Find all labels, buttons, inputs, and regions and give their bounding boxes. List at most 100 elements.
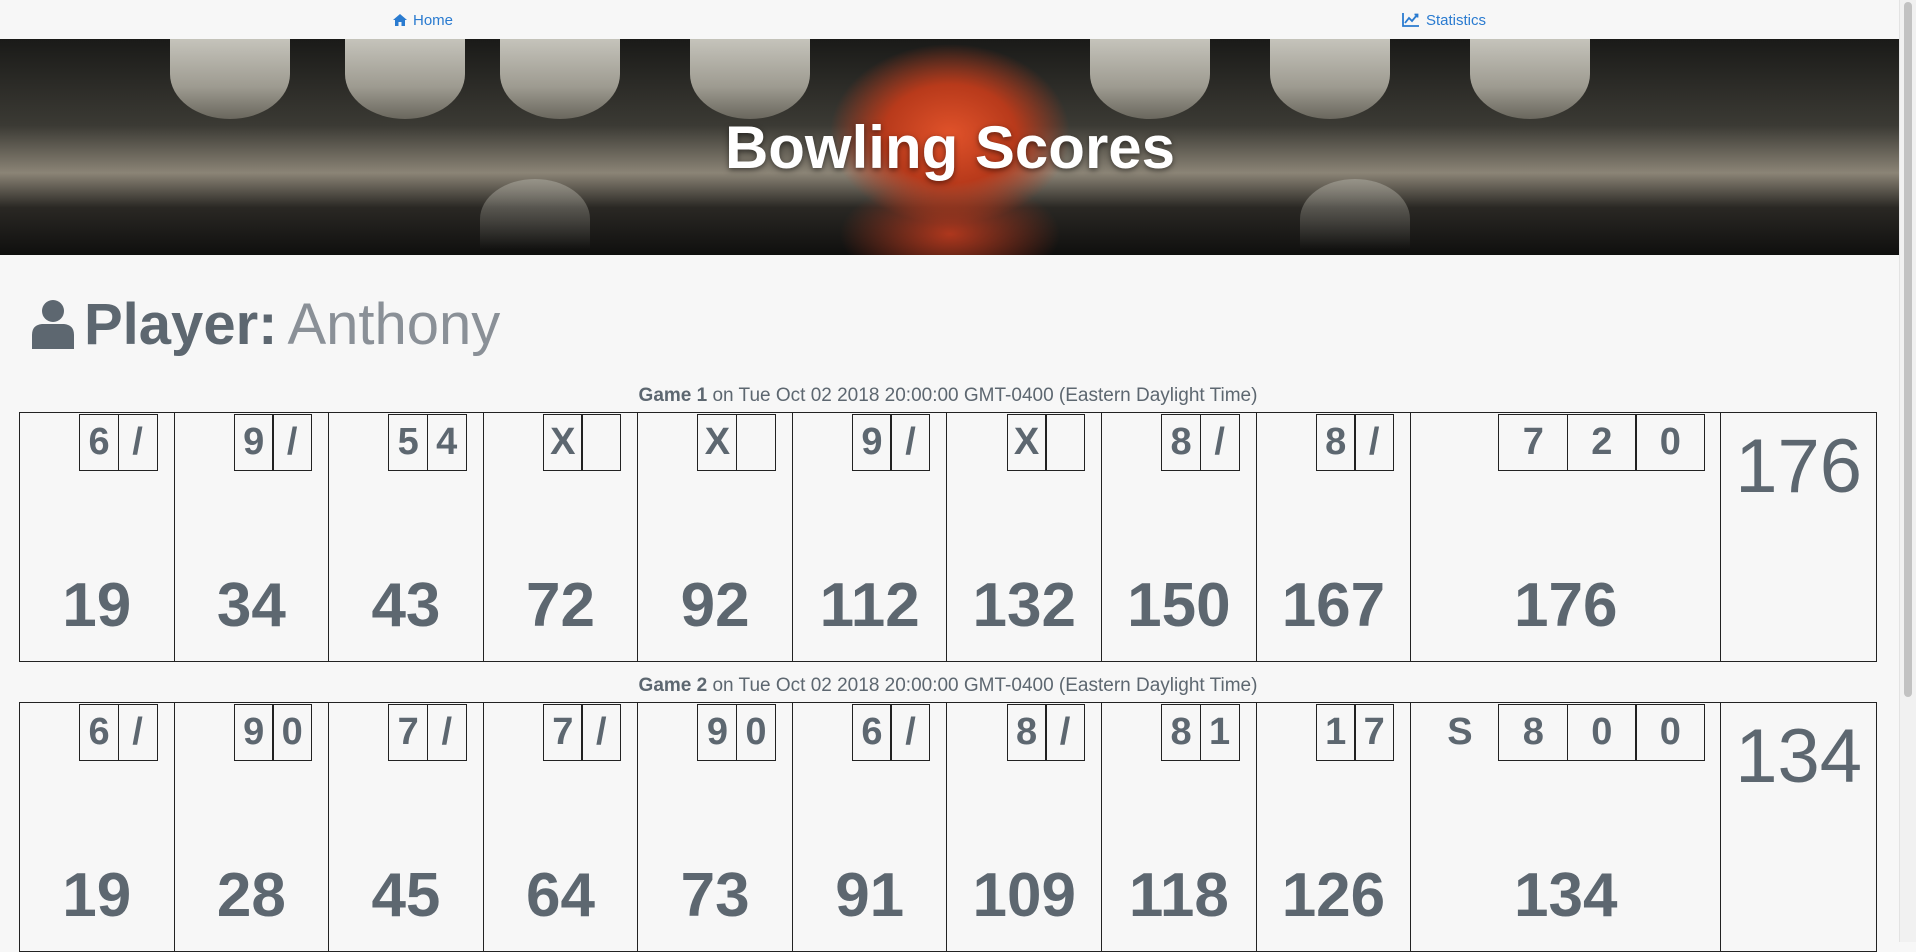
frame: 6/ 91 bbox=[793, 703, 948, 951]
split-marker: S bbox=[1447, 711, 1473, 753]
frame: 81 118 bbox=[1102, 703, 1257, 951]
roll-box: / bbox=[117, 414, 158, 471]
frame: 8/ 150 bbox=[1102, 413, 1257, 661]
frame-score: 19 bbox=[62, 861, 132, 930]
scrollbar-thumb[interactable] bbox=[1904, 2, 1912, 697]
roll-box bbox=[735, 414, 776, 471]
frame: 8/ 109 bbox=[947, 703, 1103, 951]
frame: X 132 bbox=[947, 413, 1103, 661]
frame: 90 73 bbox=[638, 703, 793, 951]
frame: 8/ 167 bbox=[1257, 413, 1412, 661]
roll-box: 8 bbox=[1161, 704, 1202, 761]
roll-box: 9 bbox=[233, 414, 274, 471]
page-title: Bowling Scores bbox=[724, 113, 1176, 181]
roll-box: X bbox=[1006, 414, 1047, 471]
game-scorecard: 6/ 19 90 28 7/ 45 7/ 64 90 73 6/ 91 8/ 1… bbox=[19, 702, 1877, 952]
nav-statistics-label: Statistics bbox=[1426, 11, 1487, 29]
game-caption: Game 1 on Tue Oct 02 2018 20:00:00 GMT-0… bbox=[0, 385, 1896, 407]
frame-score: 109 bbox=[972, 861, 1076, 930]
frame: 9/ 112 bbox=[793, 413, 948, 661]
game-scorecard: 6/ 19 9/ 34 54 43 X 72 X 92 9/ 112 X 132… bbox=[19, 412, 1877, 662]
frame-score: 43 bbox=[371, 571, 441, 640]
roll-box: / bbox=[581, 704, 622, 761]
frame-score: 176 bbox=[1514, 571, 1618, 640]
frame-score: 91 bbox=[835, 861, 905, 930]
game-title: Game 1 bbox=[638, 385, 708, 406]
roll-box: 1 bbox=[1199, 704, 1240, 761]
nav-statistics-link[interactable]: Statistics bbox=[1402, 10, 1486, 30]
frame-score: 34 bbox=[216, 571, 286, 640]
frame: 90 28 bbox=[175, 703, 330, 951]
frame-score: 167 bbox=[1281, 571, 1386, 640]
game-caption: Game 2 on Tue Oct 02 2018 20:00:00 GMT-0… bbox=[0, 675, 1896, 697]
game-total: 134 bbox=[1721, 703, 1876, 951]
frame-score: 64 bbox=[526, 861, 595, 930]
hero-banner: Bowling Scores bbox=[0, 39, 1900, 255]
frame-score: 45 bbox=[371, 861, 441, 930]
roll-box: 0 bbox=[272, 704, 313, 761]
frame: 6/ 19 bbox=[20, 413, 175, 661]
roll-box: 6 bbox=[851, 704, 892, 761]
roll-box: 2 bbox=[1566, 414, 1637, 471]
frame-score: 73 bbox=[680, 861, 750, 930]
frame-score: 132 bbox=[972, 571, 1076, 640]
page-scrollbar[interactable] bbox=[1899, 0, 1916, 942]
game-title: Game 2 bbox=[638, 675, 708, 696]
roll-box: X bbox=[542, 414, 583, 471]
frame: 7/ 64 bbox=[484, 703, 639, 951]
roll-box: 0 bbox=[1635, 414, 1706, 471]
game-date: on Tue Oct 02 2018 20:00:00 GMT-0400 (Ea… bbox=[707, 675, 1258, 696]
roll-box: 0 bbox=[735, 704, 776, 761]
frame-score: 134 bbox=[1514, 861, 1618, 930]
game-date: on Tue Oct 02 2018 20:00:00 GMT-0400 (Ea… bbox=[707, 385, 1258, 406]
frame: X 72 bbox=[484, 413, 639, 661]
roll-box bbox=[581, 414, 622, 471]
frame-score: 28 bbox=[216, 861, 286, 930]
frame-score: 118 bbox=[1128, 861, 1229, 930]
roll-box: 7 bbox=[542, 704, 583, 761]
roll-box: 1 bbox=[1315, 704, 1356, 761]
roll-box: 7 bbox=[1498, 414, 1569, 471]
roll-box: 8 bbox=[1161, 414, 1202, 471]
game-total: 176 bbox=[1721, 413, 1876, 661]
roll-box: 8 bbox=[1315, 414, 1356, 471]
frame-score: 150 bbox=[1127, 571, 1231, 640]
roll-box: 4 bbox=[426, 414, 467, 471]
roll-box: 7 bbox=[1354, 704, 1395, 761]
frame-score: 112 bbox=[819, 571, 920, 640]
roll-box: / bbox=[117, 704, 158, 761]
top-navbar: Home Statistics bbox=[0, 0, 1916, 39]
roll-box: 9 bbox=[697, 704, 738, 761]
player-heading: Player: Anthony bbox=[32, 290, 500, 358]
roll-box: 9 bbox=[851, 414, 892, 471]
roll-box: 6 bbox=[79, 414, 120, 471]
roll-box: / bbox=[1045, 704, 1086, 761]
roll-box: X bbox=[697, 414, 738, 471]
roll-box: 9 bbox=[233, 704, 274, 761]
frame: X 92 bbox=[638, 413, 793, 661]
roll-box: 6 bbox=[79, 704, 120, 761]
roll-box: 8 bbox=[1006, 704, 1047, 761]
roll-box: 0 bbox=[1635, 704, 1706, 761]
frame: 54 43 bbox=[329, 413, 484, 661]
roll-box: / bbox=[272, 414, 313, 471]
frame: 9/ 34 bbox=[175, 413, 330, 661]
line-chart-icon bbox=[1402, 13, 1419, 27]
roll-box: 5 bbox=[388, 414, 429, 471]
nav-home-link[interactable]: Home bbox=[393, 10, 453, 30]
player-label: Player: bbox=[84, 291, 278, 357]
roll-box: 0 bbox=[1566, 704, 1637, 761]
roll-box: / bbox=[426, 704, 467, 761]
game-total-score: 176 bbox=[1735, 424, 1863, 509]
frame: 6/ 19 bbox=[20, 703, 175, 951]
roll-box bbox=[1045, 414, 1086, 471]
player-name: Anthony bbox=[287, 291, 501, 357]
roll-box: / bbox=[890, 704, 931, 761]
roll-box: 7 bbox=[388, 704, 429, 761]
frame: 17 126 bbox=[1257, 703, 1412, 951]
frame: 7/ 45 bbox=[329, 703, 484, 951]
frame-score: 126 bbox=[1281, 861, 1386, 930]
frame-score: 72 bbox=[526, 571, 595, 640]
roll-box: / bbox=[1354, 414, 1395, 471]
tenth-frame: S 800 134 bbox=[1411, 703, 1722, 951]
